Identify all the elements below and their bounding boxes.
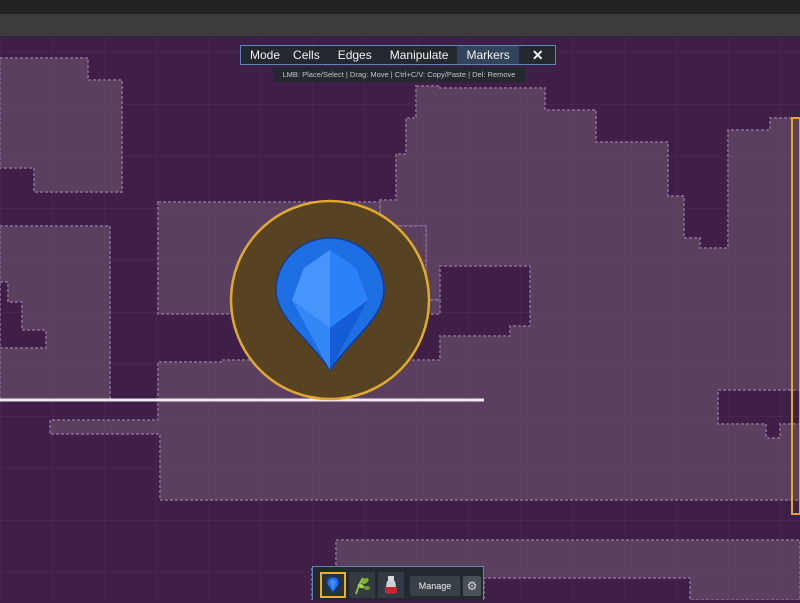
tab-manipulate[interactable]: Manipulate — [381, 46, 458, 64]
map-marker[interactable] — [229, 199, 431, 401]
gear-icon[interactable]: ⚙ — [463, 576, 481, 596]
marker-type-gem-button[interactable] — [320, 572, 346, 598]
map-drawing — [0, 37, 800, 600]
editor-tab-bar — [0, 14, 800, 37]
marker-type-potion-button[interactable] — [378, 572, 404, 598]
green-plant-icon — [355, 577, 370, 595]
tab-cells[interactable]: Cells — [284, 46, 329, 64]
hint-text: LMB: Place/Select | Drag: Move | Ctrl+C/… — [273, 67, 525, 82]
close-icon[interactable]: ✕ — [529, 46, 547, 64]
tab-markers[interactable]: Markers — [457, 46, 519, 64]
mode-toolbar: Mode Cells Edges Manipulate Markers ✕ — [240, 45, 556, 65]
blue-gem-icon — [326, 576, 340, 595]
manage-button[interactable]: Manage — [410, 576, 460, 596]
marker-type-plant-button[interactable] — [349, 572, 375, 598]
red-potion-icon — [385, 576, 397, 594]
marker-palette: Manage ⚙ — [312, 566, 484, 600]
mode-label: Mode — [250, 48, 281, 62]
tab-edges[interactable]: Edges — [329, 46, 381, 64]
map-canvas[interactable] — [0, 37, 800, 600]
editor-title-bar — [0, 0, 800, 14]
